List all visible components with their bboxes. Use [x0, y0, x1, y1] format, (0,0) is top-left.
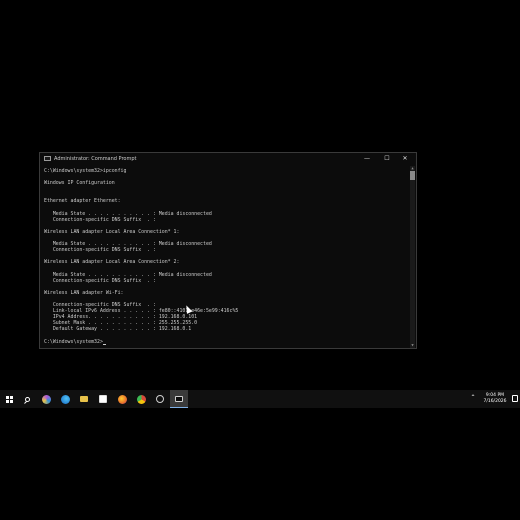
search-button[interactable]: [18, 390, 36, 408]
taskbar-app-edge[interactable]: [56, 390, 74, 408]
chevron-up-icon[interactable]: ⌃: [470, 395, 476, 401]
taskbar: ⌃ 9:04 PM 7/16/2026: [0, 390, 520, 408]
app-circle-icon: [156, 395, 164, 403]
chrome-icon: [136, 394, 146, 404]
firefox-icon: [117, 394, 127, 404]
clock-date: 7/16/2026: [483, 399, 507, 404]
scroll-up-arrow-icon[interactable]: ▲: [410, 166, 415, 170]
maximize-button[interactable]: ☐: [378, 153, 396, 165]
scrollbar-thumb[interactable]: [410, 171, 415, 180]
windows-logo-icon: [5, 395, 13, 403]
taskbar-app-gear[interactable]: [151, 390, 169, 408]
colorful-app-icon: [41, 394, 51, 404]
screen-bottom-area: [0, 408, 520, 520]
taskbar-app-store[interactable]: [94, 390, 112, 408]
command-prompt-window[interactable]: Administrator: Command Prompt — ☐ ✕ C:\W…: [39, 152, 417, 349]
taskbar-app-chrome[interactable]: [132, 390, 150, 408]
title-bar[interactable]: Administrator: Command Prompt — ☐ ✕: [40, 153, 416, 165]
console-output[interactable]: C:\Windows\system32>ipconfig Windows IP C…: [44, 168, 406, 346]
taskbar-app-firefox[interactable]: [113, 390, 131, 408]
start-button[interactable]: [0, 390, 18, 408]
close-button[interactable]: ✕: [396, 153, 414, 165]
cmd-icon: [44, 156, 51, 161]
vertical-scrollbar[interactable]: [410, 166, 415, 348]
window-title: Administrator: Command Prompt: [54, 156, 137, 162]
scroll-down-arrow-icon[interactable]: ▼: [410, 343, 415, 347]
console-line: C:\Windows\system32>: [44, 339, 406, 345]
taskbar-app-1[interactable]: [37, 390, 55, 408]
store-icon: [99, 395, 107, 403]
text-cursor: [102, 343, 106, 345]
cmd-icon: [175, 395, 183, 402]
taskbar-app-files[interactable]: [75, 390, 93, 408]
taskbar-app-cmd[interactable]: [170, 390, 188, 408]
folder-icon: [80, 396, 88, 402]
minimize-button[interactable]: —: [358, 153, 376, 165]
search-icon: [24, 396, 30, 402]
desktop: Administrator: Command Prompt — ☐ ✕ C:\W…: [0, 0, 520, 390]
notification-icon[interactable]: [512, 395, 518, 402]
edge-icon: [60, 394, 70, 404]
clock[interactable]: 9:04 PM 7/16/2026: [480, 393, 510, 405]
